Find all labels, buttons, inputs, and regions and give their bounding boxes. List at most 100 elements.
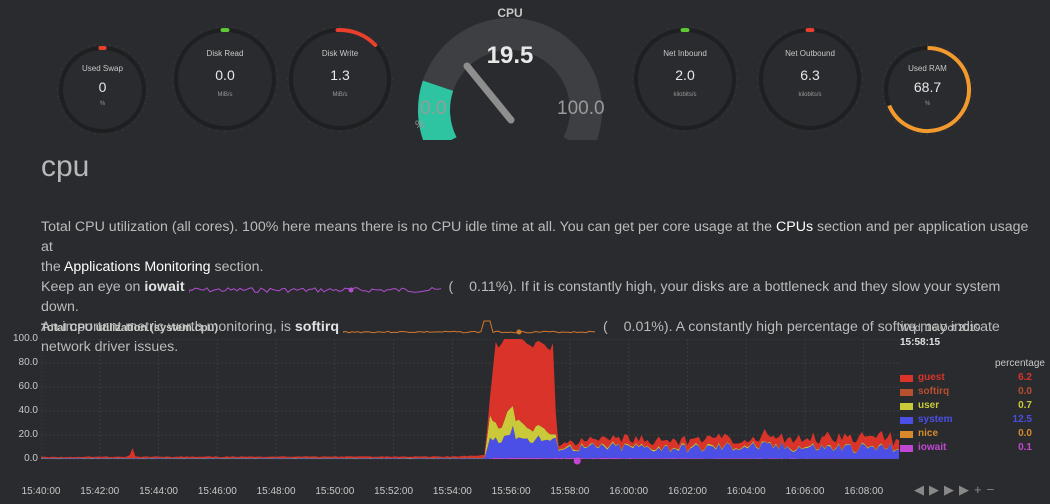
- legend-name: softirq: [918, 386, 950, 397]
- legend-item-system[interactable]: system 12.5: [900, 413, 1045, 427]
- gauge-tick: [133, 120, 136, 123]
- x-tick-label: 15:54:00: [432, 486, 472, 497]
- iowait-value: 0.11%). If it is constantly high, your d…: [41, 279, 1001, 315]
- gauge-tick: [726, 109, 729, 111]
- gauge-tick: [261, 115, 264, 118]
- sparkline-marker: [348, 287, 353, 293]
- gauge-used-swap: Used Swap 0%: [55, 42, 150, 137]
- gauge-tick: [308, 120, 310, 123]
- chart-title: Total CPU utilization (system.cpu): [41, 322, 219, 334]
- cpu-gauge-unit: %: [415, 119, 425, 131]
- gauge-tick: [363, 31, 365, 33]
- gauge-level-arc: [335, 28, 378, 48]
- gauge-tick: [731, 102, 733, 104]
- softirq-label: softirq: [294, 319, 340, 335]
- gauge-tick: [81, 128, 83, 131]
- legend-time: 15:58:15: [900, 337, 941, 348]
- gauge-value: 2.0: [675, 66, 695, 83]
- gauge-tick: [840, 35, 842, 38]
- gauge-tick: [785, 125, 787, 127]
- x-tick-label: 15:48:00: [256, 486, 296, 497]
- x-tick-label: 16:04:00: [726, 486, 766, 497]
- gauge-tick: [762, 102, 764, 104]
- legend-swatch: [900, 403, 913, 410]
- gauge-title: Used RAM: [908, 63, 947, 73]
- gauge-tick: [370, 35, 372, 38]
- legend-item-nice[interactable]: nice 0.0: [900, 427, 1045, 441]
- gauge-tick: [141, 109, 144, 111]
- legend-value: 0.1: [1018, 442, 1032, 453]
- x-tick-label: 15:58:00: [550, 486, 590, 497]
- gauge-tick: [128, 51, 130, 54]
- gauge-tick: [894, 120, 897, 123]
- gauge-tick: [193, 35, 195, 38]
- desc-text: section.: [210, 259, 264, 275]
- gauge-tick: [851, 109, 854, 111]
- gauge-tick: [660, 31, 662, 33]
- gauge-tick: [75, 51, 77, 54]
- gauge-unit: %: [99, 100, 106, 107]
- gauge-tick: [200, 125, 202, 127]
- x-tick-label: 16:08:00: [844, 486, 884, 497]
- legend-item-user[interactable]: user 0.7: [900, 399, 1045, 413]
- y-tick-label: 100.0: [12, 333, 38, 344]
- gauge-tick: [833, 125, 835, 127]
- gauge-unit: MiB/s: [332, 92, 348, 99]
- gauge-tick: [386, 102, 388, 104]
- gauge-tick: [271, 102, 273, 104]
- desc-text: Total CPU utilization (all cores). 100% …: [41, 219, 776, 235]
- gauge-tick: [255, 120, 257, 123]
- gauge-tick: [846, 40, 849, 43]
- legend-value: 0.7: [1018, 400, 1032, 411]
- iowait-paren: (: [448, 279, 454, 295]
- gauge-title: Net Inbound: [663, 49, 707, 59]
- gauge-tick: [771, 115, 774, 118]
- gauge-tick: [721, 115, 724, 118]
- gauge-tick: [296, 47, 299, 49]
- chart-controls[interactable]: ◀▶▶▶+−: [914, 482, 999, 498]
- legend-swatch: [900, 375, 913, 382]
- legend-value: 0.0: [1018, 428, 1032, 439]
- cpu-area-chart[interactable]: [41, 339, 899, 485]
- gauge-tick: [186, 115, 189, 118]
- gauge-tick: [958, 56, 961, 59]
- iowait-sparkline: [188, 287, 441, 294]
- cpus-link[interactable]: CPUs: [776, 219, 813, 235]
- gauge-title: Disk Write: [321, 49, 359, 59]
- gauge-tick: [708, 125, 710, 127]
- y-tick-label: 40.0: [18, 405, 38, 416]
- x-tick-label: 16:06:00: [785, 486, 825, 497]
- legend-swatch: [900, 417, 913, 424]
- gauge-disk-write: Disk Write 1.3 MiB/s: [285, 24, 395, 134]
- gauge-tick: [778, 35, 780, 38]
- cpu-gauge: CPU 19.5 0.0 100.0 %: [405, 0, 615, 152]
- series-area-guest: [41, 339, 899, 459]
- gauge-value: 1.3: [330, 66, 350, 83]
- legend-item-iowait[interactable]: iowait 0.1: [900, 441, 1045, 455]
- gauge-tick: [255, 35, 257, 38]
- gauge-tick: [266, 47, 269, 49]
- y-tick-label: 20.0: [18, 429, 38, 440]
- gauge-tick: [660, 125, 662, 127]
- gauge-tick: [266, 109, 269, 111]
- legend-item-guest[interactable]: guest 6.2: [900, 371, 1045, 385]
- gauge-tick: [766, 47, 769, 49]
- gauge-tick: [715, 35, 717, 38]
- gauge-tick: [133, 56, 136, 59]
- applications-monitoring-link[interactable]: Applications Monitoring: [64, 259, 211, 275]
- softirq-paren: (: [602, 319, 608, 335]
- legend-date: Wed, 16 Oct 2019: [900, 323, 981, 334]
- gauge-tick: [641, 109, 644, 111]
- gauge-unit: MiB/s: [217, 92, 233, 99]
- legend-item-softirq[interactable]: softirq 0.0: [900, 385, 1045, 399]
- gauge-tick: [193, 120, 195, 123]
- sparkline-path: [342, 320, 595, 334]
- gauge-tick: [181, 47, 184, 49]
- gauge-tick: [721, 40, 724, 43]
- legend-swatch: [900, 431, 913, 438]
- cpu-gauge-title: CPU: [497, 6, 523, 20]
- gauge-tick: [128, 125, 130, 128]
- sparkline-path: [188, 287, 441, 294]
- x-tick-label: 15:44:00: [139, 486, 178, 497]
- gauge-tick: [966, 109, 969, 111]
